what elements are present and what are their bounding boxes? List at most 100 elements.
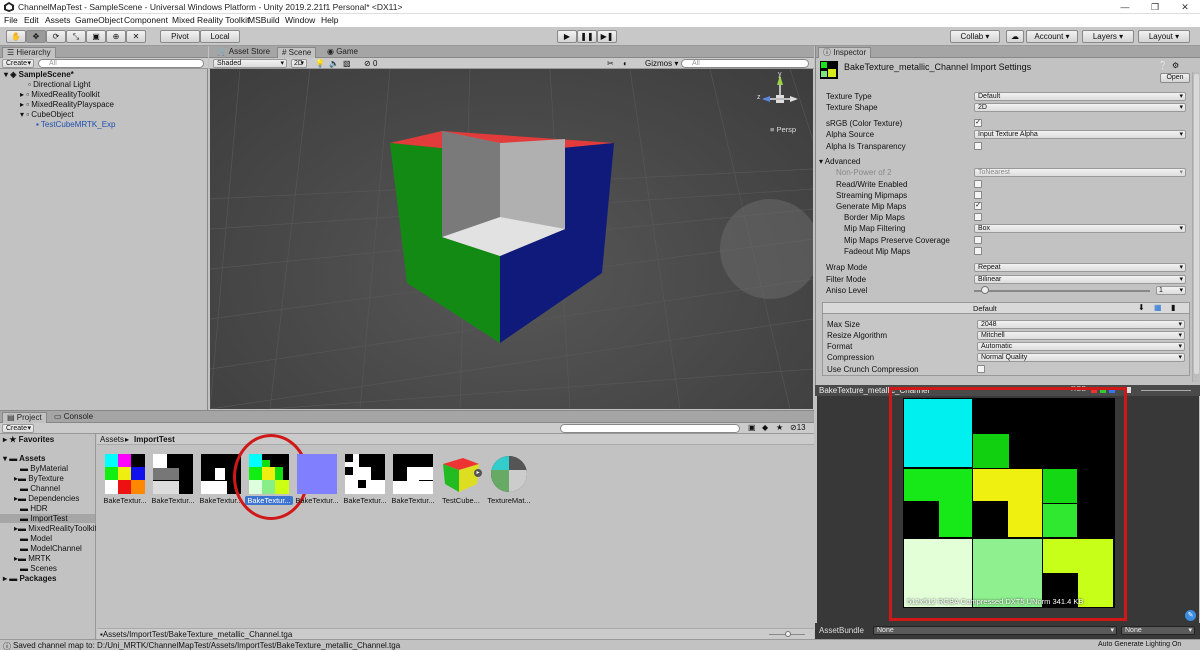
assetbundle-variant-dropdown[interactable]: None	[1121, 626, 1195, 635]
download-icon[interactable]: ⬇	[1138, 303, 1145, 312]
texture-type-dropdown[interactable]: Default	[974, 92, 1186, 101]
advanced-foldout[interactable]: ▾ Advanced	[819, 157, 860, 166]
pivot-toggle[interactable]: Pivot	[160, 30, 200, 43]
compression-dropdown[interactable]: Normal Quality	[977, 353, 1185, 362]
tab-inspector[interactable]: ⓘ Inspector	[818, 47, 872, 58]
maxsize-dropdown[interactable]: 2048	[977, 320, 1185, 329]
assetbundle-dropdown[interactable]: None	[873, 626, 1117, 635]
status-message[interactable]: Saved channel map to: D:/Uni_MRTK/Channe…	[13, 641, 400, 650]
mode-2d-toggle[interactable]: 2D	[291, 59, 307, 68]
favorites-item[interactable]: ▸ ★ Favorites	[3, 435, 54, 444]
step-button[interactable]: ▶❚	[597, 30, 617, 43]
tab-scene[interactable]: # Scene	[277, 47, 317, 58]
menu-component[interactable]: Component	[124, 15, 168, 25]
project-search-input[interactable]	[560, 424, 740, 433]
menu-window[interactable]: Window	[285, 15, 315, 25]
readwrite-checkbox[interactable]	[974, 180, 982, 188]
hierarchy-create-dropdown[interactable]: Create	[2, 59, 34, 68]
scene-search-input[interactable]: All	[681, 59, 809, 68]
layers-dropdown[interactable]: Layers ▾	[1082, 30, 1134, 43]
menu-file[interactable]: File	[4, 15, 18, 25]
audio-toggle-icon[interactable]: 🔈	[329, 59, 339, 68]
account-dropdown[interactable]: Account ▾	[1026, 30, 1078, 43]
windows-store-icon[interactable]: ▦	[1154, 303, 1162, 312]
folder-mrtk-full[interactable]: ▸▬ MixedRealityToolkit	[14, 524, 96, 533]
inspector-scrollbar[interactable]	[1192, 72, 1199, 382]
effects-toggle-icon[interactable]: ▧	[343, 59, 351, 68]
asset-label-testcube[interactable]: TestCube...	[437, 496, 485, 505]
play-button[interactable]: ▶	[557, 30, 577, 43]
menu-assets[interactable]: Assets	[45, 15, 71, 25]
asset-thumb-7[interactable]	[393, 454, 433, 494]
wrap-mode-dropdown[interactable]: Repeat	[974, 263, 1186, 272]
minimize-button[interactable]: —	[1110, 0, 1140, 14]
settings-icon[interactable]: ⚙	[1172, 61, 1179, 70]
hierarchy-item-mrtk[interactable]: ▸ ▫ MixedRealityToolkit	[20, 90, 100, 99]
folder-channel[interactable]: ▬ Channel	[20, 484, 60, 493]
preview-mip-slider[interactable]	[1141, 390, 1191, 391]
icon-size-slider-thumb[interactable]	[785, 631, 791, 637]
hand-tool-icon[interactable]: ✋	[6, 30, 26, 43]
rotate-tool-icon[interactable]: ⟳	[46, 30, 66, 43]
menu-mixed-reality-toolkit[interactable]: Mixed Reality Toolkit	[172, 15, 249, 25]
asset-label-1[interactable]: BakeTextur...	[101, 496, 149, 505]
asset-label-2[interactable]: BakeTextur...	[149, 496, 197, 505]
hierarchy-search-input[interactable]: All	[38, 59, 204, 68]
hierarchy-item-scene[interactable]: ▾ ◈ SampleScene*	[4, 70, 74, 79]
alpha-source-dropdown[interactable]: Input Texture Alpha	[974, 130, 1186, 139]
help-icon[interactable]: ❔	[1158, 61, 1168, 70]
tab-game[interactable]: ◉ Game	[323, 47, 362, 57]
border-mip-checkbox[interactable]	[974, 213, 982, 221]
collab-button[interactable]: Collab ▾	[950, 30, 1000, 43]
fadeout-checkbox[interactable]	[974, 247, 982, 255]
menu-gameobject[interactable]: GameObject	[75, 15, 123, 25]
gizmos-dropdown[interactable]: Gizmos ▾	[645, 59, 678, 68]
camera-icon[interactable]: ◐	[623, 59, 628, 68]
local-toggle[interactable]: Local	[200, 30, 240, 43]
breadcrumb-assets[interactable]: Assets	[100, 435, 124, 444]
scale-tool-icon[interactable]: ⤡	[66, 30, 86, 43]
lighting-bulb-icon[interactable]: ✎	[1185, 610, 1196, 621]
packages-item[interactable]: ▸ ▬ Packages	[3, 574, 56, 583]
asset-label-material[interactable]: TextureMat...	[485, 496, 533, 505]
aniso-slider[interactable]	[974, 290, 1150, 292]
maximize-button[interactable]: ❐	[1140, 0, 1170, 14]
hierarchy-item-playspace[interactable]: ▸ ▫ MixedRealityPlayspace	[20, 100, 114, 109]
tab-project[interactable]: ▤ Project	[2, 412, 47, 423]
hidden-packages-icon[interactable]: ⊘13	[790, 423, 806, 432]
favorite-icon[interactable]: ★	[776, 423, 783, 432]
filtering-dropdown[interactable]: Box	[974, 224, 1186, 233]
asset-thumb-5[interactable]	[297, 454, 337, 494]
menu-help[interactable]: Help	[321, 15, 338, 25]
lighting-toggle-icon[interactable]: 💡	[315, 59, 325, 68]
android-icon[interactable]: ▮	[1171, 303, 1175, 312]
hierarchy-item-light[interactable]: ▫ Directional Light	[28, 80, 90, 89]
layout-dropdown[interactable]: Layout ▾	[1138, 30, 1190, 43]
resize-dropdown[interactable]: Mitchell	[977, 331, 1185, 340]
folder-mrtk[interactable]: ▸▬ MRTK	[14, 554, 51, 563]
hierarchy-item-cubeobject[interactable]: ▾ ▫ CubeObject	[20, 110, 74, 119]
project-create-dropdown[interactable]: Create	[2, 424, 34, 433]
move-tool-icon[interactable]: ✥	[26, 30, 46, 43]
menu-msbuild[interactable]: MSBuild	[248, 15, 280, 25]
streaming-checkbox[interactable]	[974, 191, 982, 199]
tab-console[interactable]: ▭ Console	[50, 412, 97, 422]
platform-default-tab[interactable]: Default	[973, 304, 997, 313]
assets-root-item[interactable]: ▾ ▬ Assets	[3, 454, 45, 463]
close-button[interactable]: ✕	[1170, 0, 1200, 14]
texture-shape-dropdown[interactable]: 2D	[974, 103, 1186, 112]
preserve-coverage-checkbox[interactable]	[974, 236, 982, 244]
pause-button[interactable]: ❚❚	[577, 30, 597, 43]
folder-scenes[interactable]: ▬ Scenes	[20, 564, 57, 573]
filter-label-icon[interactable]: ◆	[762, 423, 768, 432]
folder-hdr[interactable]: ▬ HDR	[20, 504, 48, 513]
breadcrumb-importtest[interactable]: ImportTest	[134, 435, 175, 444]
transform-tool-icon[interactable]: ⊕	[106, 30, 126, 43]
asset-label-5[interactable]: BakeTextur...	[293, 496, 341, 505]
aniso-value-field[interactable]: 1	[1156, 286, 1186, 295]
asset-label-7[interactable]: BakeTextur...	[389, 496, 437, 505]
srgb-checkbox[interactable]: ✓	[974, 119, 982, 127]
folder-dependencies[interactable]: ▸▬ Dependencies	[14, 494, 79, 503]
cloud-icon[interactable]: ☁	[1006, 30, 1024, 43]
folder-modelchannel[interactable]: ▬ ModelChannel	[20, 544, 82, 553]
